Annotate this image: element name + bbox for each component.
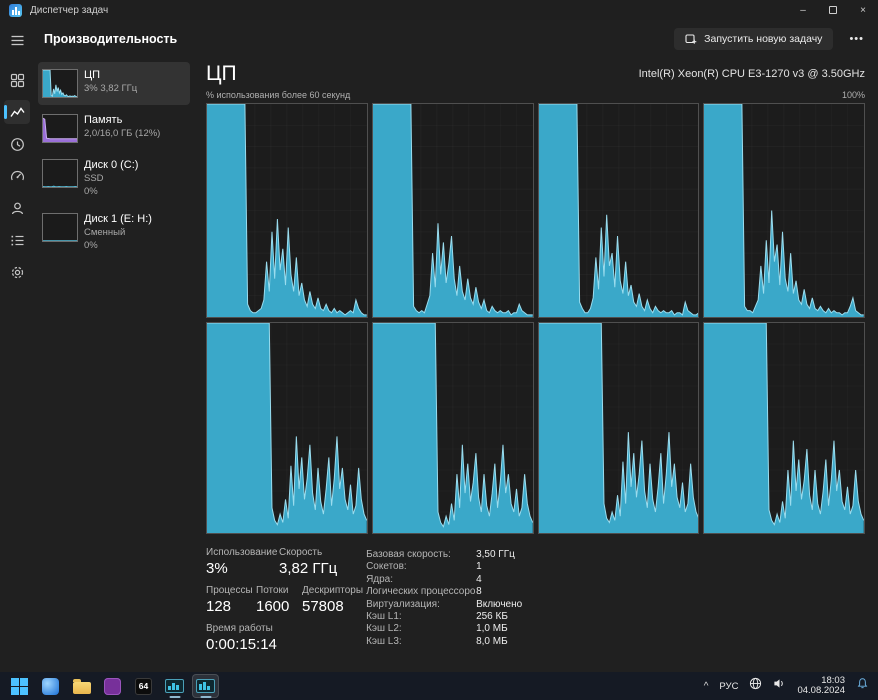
- disk0-mini-graph: [42, 159, 78, 188]
- taskbar-icon-app-purple[interactable]: [99, 674, 126, 698]
- language-indicator[interactable]: РУС: [719, 681, 738, 692]
- taskbar-icon-widgets[interactable]: [37, 674, 64, 698]
- hidden-icons-chevron[interactable]: ^: [704, 681, 709, 692]
- cpu-detail-panel: ЦП Intel(R) Xeon(R) CPU E3-1270 v3 @ 3.5…: [192, 60, 878, 672]
- perf-item-disk0[interactable]: Диск 0 (C:) SSD 0%: [38, 152, 190, 204]
- stat-speed: Скорость 3,82 ГГц: [279, 547, 338, 577]
- window-title: Диспетчер задач: [30, 4, 109, 16]
- users-icon[interactable]: [4, 196, 30, 220]
- memory-mini-graph: [42, 114, 78, 143]
- perf-item-name: Память: [84, 114, 123, 126]
- cpu-core-graph-2: [537, 103, 700, 318]
- taskbar-icon-monitor[interactable]: [161, 674, 188, 698]
- graph-scale-label: 100%: [841, 90, 865, 100]
- notifications-bell-icon[interactable]: [856, 677, 869, 695]
- cpu-stats: Использование 3% Скорость 3,82 ГГц Проце…: [206, 547, 865, 653]
- cpu-core-graph-3: [703, 103, 865, 318]
- clock[interactable]: 18:03 04.08.2024: [797, 675, 845, 697]
- cpu-model-name: Intel(R) Xeon(R) CPU E3-1270 v3 @ 3.50GH…: [638, 68, 865, 80]
- folder-icon: [72, 678, 91, 694]
- cpu-core-graph-7: [703, 322, 865, 534]
- stat-uptime: Время работы 0:00:15:14: [206, 623, 277, 653]
- menu-icon[interactable]: [4, 28, 30, 52]
- cpu-core-graph-1: [371, 103, 534, 318]
- task-manager-app-icon: [9, 3, 22, 17]
- more-options-button[interactable]: •••: [849, 33, 864, 45]
- cpu-core-graphs: [206, 103, 865, 534]
- taskbar-icon-app-64[interactable]: 64: [130, 674, 157, 698]
- cpu-core-graph-6: [537, 322, 700, 534]
- perf-item-memory[interactable]: Память 2,0/16,0 ГБ (12%): [38, 107, 190, 150]
- perf-item-cpu[interactable]: ЦП 3% 3,82 ГГц: [38, 62, 190, 105]
- startup-apps-icon[interactable]: [4, 164, 30, 188]
- stat-processes: Процессы 128: [206, 585, 253, 615]
- stat-threads: Потоки 1600: [256, 585, 290, 615]
- maximize-button[interactable]: [818, 0, 848, 20]
- perf-item-name: ЦП: [84, 69, 101, 81]
- monitor-app-icon: [165, 679, 184, 693]
- cpu-core-graph-4: [206, 322, 368, 534]
- titlebar: Диспетчер задач – ×: [0, 0, 878, 20]
- taskbar-icon-explorer[interactable]: [68, 674, 95, 698]
- running-indicator: [169, 696, 180, 698]
- details-icon[interactable]: [4, 228, 30, 252]
- tray-date: 04.08.2024: [797, 685, 845, 696]
- volume-icon[interactable]: [773, 677, 786, 695]
- perf-item-detail: 3% 3,82 ГГц: [84, 83, 138, 94]
- app-64-icon: 64: [135, 677, 152, 695]
- page-header: Производительность Запустить новую задач…: [34, 20, 878, 58]
- task-manager-taskbar-icon: [196, 679, 215, 693]
- taskbar-icon-task-manager[interactable]: [192, 674, 219, 698]
- window-controls: – ×: [788, 0, 878, 20]
- purple-app-icon: [104, 677, 121, 695]
- perf-item-name: Диск 1 (E: H:): [84, 213, 152, 225]
- perf-item-name: Диск 0 (C:): [84, 159, 139, 171]
- cpu-mini-graph: [42, 69, 78, 98]
- disk1-mini-graph: [42, 213, 78, 242]
- perf-item-disk1[interactable]: Диск 1 (E: H:) Сменный 0%: [38, 206, 190, 258]
- titlebar-left: Диспетчер задач: [0, 3, 788, 17]
- task-manager-window: Диспетчер задач – × Производительность З…: [0, 0, 878, 700]
- graph-caption: % использования более 60 секунд: [206, 90, 351, 100]
- windows-logo-icon: [11, 677, 28, 695]
- stat-handles: Дескрипторы 57808: [302, 585, 364, 615]
- services-icon[interactable]: [4, 260, 30, 284]
- taskbar: 64 ^ РУС 18:03 04.08.2024: [0, 672, 878, 700]
- perf-item-detail: 0%: [84, 240, 98, 251]
- processes-icon[interactable]: [4, 68, 30, 92]
- cpu-specs: Базовая скорость: 3,50 ГГц Сокетов: 1 Ядра…: [366, 549, 523, 647]
- nav-rail: [0, 20, 34, 672]
- perf-item-detail: 2,0/16,0 ГБ (12%): [84, 128, 161, 139]
- performance-icon[interactable]: [4, 100, 30, 124]
- new-task-icon: [685, 34, 697, 44]
- running-indicator: [200, 696, 211, 698]
- maximize-icon: [829, 6, 837, 14]
- stat-usage: Использование 3%: [206, 547, 278, 577]
- perf-item-detail: 0%: [84, 186, 98, 197]
- minimize-button[interactable]: –: [788, 0, 818, 20]
- run-new-task-button[interactable]: Запустить новую задачу: [674, 28, 834, 50]
- cpu-core-graph-5: [371, 322, 534, 534]
- perf-item-detail: Сменный: [84, 227, 126, 238]
- run-new-task-label: Запустить новую задачу: [704, 33, 823, 45]
- perf-item-detail: SSD: [84, 173, 104, 184]
- widgets-icon: [42, 677, 59, 695]
- app-history-icon[interactable]: [4, 132, 30, 156]
- cpu-core-graph-0: [206, 103, 368, 318]
- cpu-section-title: ЦП: [206, 62, 237, 85]
- start-button[interactable]: [6, 674, 33, 698]
- page-title: Производительность: [44, 32, 178, 46]
- close-button[interactable]: ×: [848, 0, 878, 20]
- network-icon[interactable]: [749, 677, 762, 695]
- performance-list: ЦП 3% 3,82 ГГц Память 2,0/16,0 ГБ (12%): [34, 60, 192, 672]
